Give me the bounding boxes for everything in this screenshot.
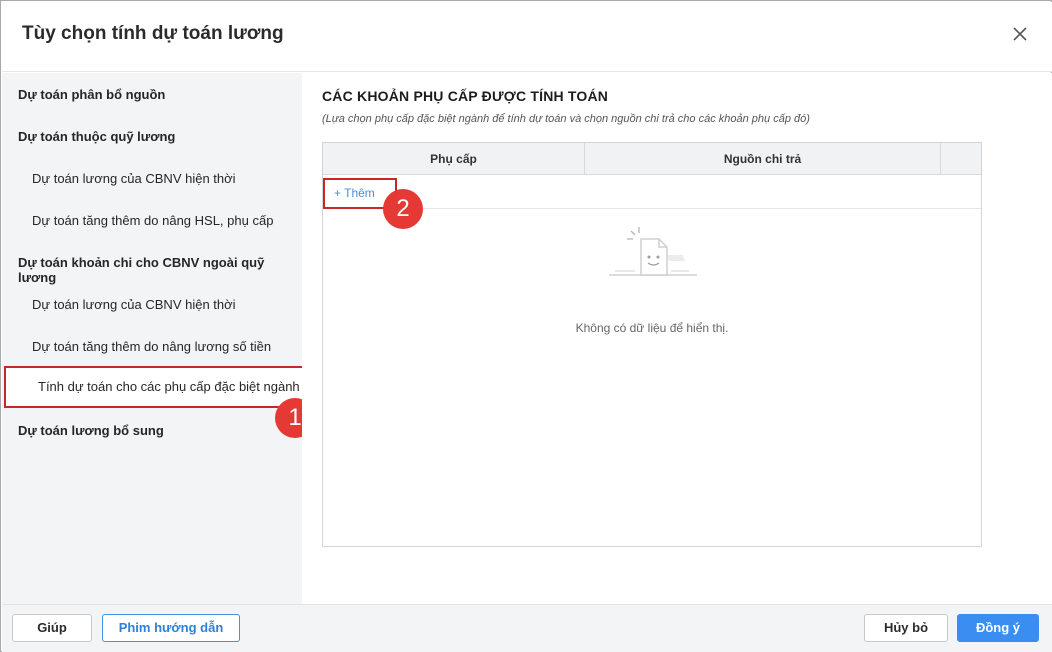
sidebar-item-salary-fund[interactable]: Dự toán thuộc quỹ lương [2, 129, 302, 144]
sidebar-item-current-salary[interactable]: Dự toán lương của CBNV hiện thời [2, 171, 302, 186]
sidebar-item-outside-fund[interactable]: Dự toán khoản chi cho CBNV ngoài quỹ lươ… [2, 255, 302, 285]
sidebar-item-label: Dự toán tăng thêm do nâng lương số tiền [32, 339, 272, 354]
sidebar-item-amount-increase[interactable]: Dự toán tăng thêm do nâng lương số tiền [2, 339, 302, 354]
section-note: (Lựa chọn phụ cấp đặc biệt ngành để tính… [322, 113, 810, 125]
sidebar-nav: Dự toán phân bổ nguồn Dự toán thuộc quỹ … [2, 73, 307, 604]
empty-document-icon [609, 227, 697, 276]
sidebar-item-hsl-increase[interactable]: Dự toán tăng thêm do nâng HSL, phụ cấp [2, 213, 302, 228]
sidebar-item-label: Tính dự toán cho các phụ cấp đặc biệt ng… [38, 379, 300, 394]
sidebar-item-label: Dự toán lương bổ sung [18, 423, 164, 438]
step-badge-2: 2 [383, 189, 423, 229]
sidebar-item-label: Dự toán khoản chi cho CBNV ngoài quỹ lươ… [18, 255, 265, 285]
sidebar-item-label: Dự toán lương của CBNV hiện thời [32, 171, 236, 186]
column-header-allowance[interactable]: Phụ cấp [323, 143, 585, 175]
ok-button[interactable]: Đồng ý [957, 614, 1039, 642]
dialog-title: Tùy chọn tính dự toán lương [22, 23, 284, 44]
cancel-button[interactable]: Hủy bỏ [864, 614, 948, 642]
content-panel: CÁC KHOẢN PHỤ CẤP ĐƯỢC TÍNH TOÁN (Lựa ch… [302, 73, 1052, 604]
video-guide-button[interactable]: Phim hướng dẫn [102, 614, 240, 642]
empty-message: Không có dữ liệu để hiển thị. [575, 321, 729, 335]
sidebar-item-label: Dự toán thuộc quỹ lương [18, 129, 176, 144]
dialog-footer: Giúp Phim hướng dẫn Hủy bỏ Đồng ý [2, 604, 1052, 652]
section-title: CÁC KHOẢN PHỤ CẤP ĐƯỢC TÍNH TOÁN [322, 88, 609, 104]
sidebar-item-current-salary-outside[interactable]: Dự toán lương của CBNV hiện thời [2, 297, 302, 312]
sidebar-item-label: Dự toán phân bổ nguồn [18, 87, 166, 102]
close-icon [1013, 27, 1027, 41]
sidebar-item-source-allocation[interactable]: Dự toán phân bổ nguồn [2, 87, 302, 102]
sidebar-item-label: Dự toán lương của CBNV hiện thời [32, 297, 236, 312]
sidebar-item-special-allowance[interactable]: Tính dự toán cho các phụ cấp đặc biệt ng… [4, 366, 307, 408]
column-header-actions [941, 143, 981, 175]
grid-header: Phụ cấp Nguồn chi trả [323, 143, 981, 175]
dialog-header: Tùy chọn tính dự toán lương [2, 2, 1052, 72]
column-header-payment-source[interactable]: Nguồn chi trả [585, 143, 941, 175]
sidebar-item-supplementary-salary[interactable]: Dự toán lương bổ sung [2, 423, 302, 438]
help-button[interactable]: Giúp [12, 614, 92, 642]
salary-estimate-options-dialog: Tùy chọn tính dự toán lương Dự toán phân… [0, 0, 1052, 652]
close-button[interactable] [1008, 22, 1032, 46]
sidebar-item-label: Dự toán tăng thêm do nâng HSL, phụ cấp [32, 213, 274, 228]
